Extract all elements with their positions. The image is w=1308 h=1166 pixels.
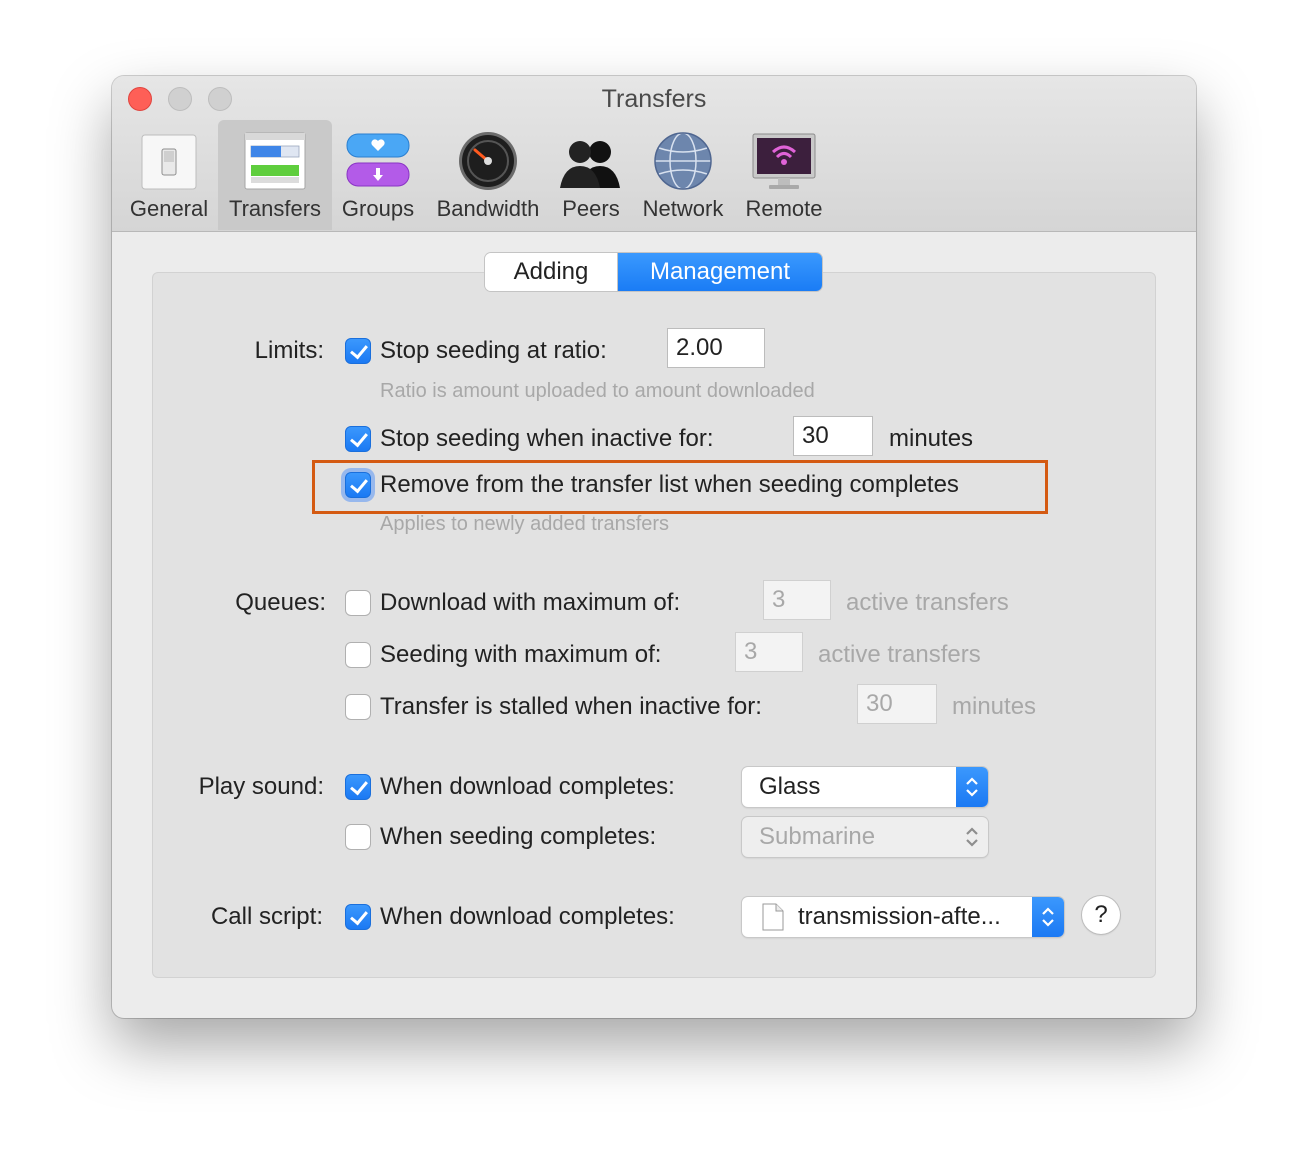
toolbar-item-groups[interactable]: Groups	[336, 120, 420, 230]
toolbar-item-network[interactable]: Network	[636, 120, 730, 230]
queues-label: Queues:	[235, 589, 326, 616]
speedometer-icon	[459, 132, 517, 190]
toolbar-item-general[interactable]: General	[124, 120, 214, 230]
remove-hint: Applies to newly added transfers	[380, 513, 670, 535]
script-popup[interactable]: transmission-afte...	[742, 897, 1064, 937]
switch-icon	[141, 134, 197, 190]
stalled-unit: minutes	[952, 693, 1037, 720]
tab-control: Adding Management	[485, 253, 822, 291]
toolbar-label-groups: Groups	[341, 196, 415, 221]
seeding-max-label: Seeding with maximum of:	[380, 641, 662, 668]
sound-seeding-popup[interactable]: Submarine	[742, 817, 988, 857]
groups-icon	[346, 133, 410, 187]
tab-adding[interactable]: Adding	[485, 253, 618, 291]
toolbar-item-remote[interactable]: Remote	[738, 120, 830, 230]
peers-icon	[560, 141, 620, 188]
script-download-label: When download completes:	[380, 903, 675, 930]
sound-download-checkbox[interactable]	[345, 774, 371, 800]
seeding-max-checkbox[interactable]	[345, 642, 371, 668]
title-bar: Transfers General Transfers Groups Bandw…	[112, 76, 1196, 232]
sound-seeding-checkbox[interactable]	[345, 824, 371, 850]
play-sound-label: Play sound:	[198, 773, 324, 800]
preferences-window: Transfers General Transfers Groups Bandw…	[112, 76, 1196, 1018]
toolbar-item-peers[interactable]: Peers	[554, 120, 628, 230]
stop-inactive-label: Stop seeding when inactive for:	[380, 425, 714, 452]
limits-label: Limits:	[254, 337, 324, 364]
tab-management[interactable]: Management	[618, 253, 822, 291]
stop-inactive-checkbox[interactable]	[345, 426, 371, 452]
window-title: Transfers	[601, 85, 707, 113]
toolbar-label-peers: Peers	[562, 196, 620, 221]
sound-download-value: Glass	[759, 773, 821, 800]
seeding-max-field[interactable]: 3	[735, 632, 803, 672]
ratio-hint: Ratio is amount uploaded to amount downl…	[380, 380, 815, 402]
download-max-label: Download with maximum of:	[380, 589, 681, 616]
document-icon	[762, 903, 784, 931]
globe-icon	[654, 132, 712, 190]
stalled-checkbox[interactable]	[345, 694, 371, 720]
ratio-field[interactable]: 2.00	[667, 328, 765, 368]
script-download-checkbox[interactable]	[345, 904, 371, 930]
toolbar-label-general: General	[129, 196, 209, 221]
toolbar-label-remote: Remote	[745, 196, 823, 221]
toolbar-label-network: Network	[642, 196, 724, 221]
script-value: transmission-afte...	[798, 903, 1001, 930]
stalled-label: Transfer is stalled when inactive for:	[380, 693, 762, 720]
stop-ratio-label: Stop seeding at ratio:	[380, 337, 607, 364]
sound-seeding-value: Submarine	[759, 823, 876, 850]
toolbar-label-bandwidth: Bandwidth	[436, 196, 540, 221]
sound-download-label: When download completes:	[380, 773, 675, 800]
updown-chevron-icon	[956, 767, 988, 807]
download-max-unit: active transfers	[846, 589, 1009, 616]
sound-download-popup[interactable]: Glass	[742, 767, 988, 807]
help-button[interactable]: ?	[1082, 896, 1120, 934]
toolbar-label-transfers: Transfers	[228, 196, 322, 221]
toolbar-item-transfers[interactable]: Transfers	[218, 120, 332, 230]
stalled-minutes-field[interactable]: 30	[857, 684, 937, 724]
highlight-box	[312, 460, 1048, 514]
inactive-minutes-field[interactable]: 30	[793, 416, 873, 456]
download-max-checkbox[interactable]	[345, 590, 371, 616]
call-script-label: Call script:	[210, 903, 323, 930]
updown-chevron-icon	[956, 817, 988, 857]
updown-chevron-icon	[1032, 897, 1064, 937]
inactive-unit-label: minutes	[889, 425, 974, 452]
download-max-field[interactable]: 3	[763, 580, 831, 620]
seeding-max-unit: active transfers	[818, 641, 981, 668]
remote-display-icon	[752, 133, 816, 189]
transfers-icon	[244, 132, 306, 190]
sound-seeding-label: When seeding completes:	[380, 823, 657, 850]
toolbar-item-bandwidth[interactable]: Bandwidth	[428, 120, 548, 230]
management-panel	[152, 272, 1156, 978]
stop-ratio-checkbox[interactable]	[345, 338, 371, 364]
